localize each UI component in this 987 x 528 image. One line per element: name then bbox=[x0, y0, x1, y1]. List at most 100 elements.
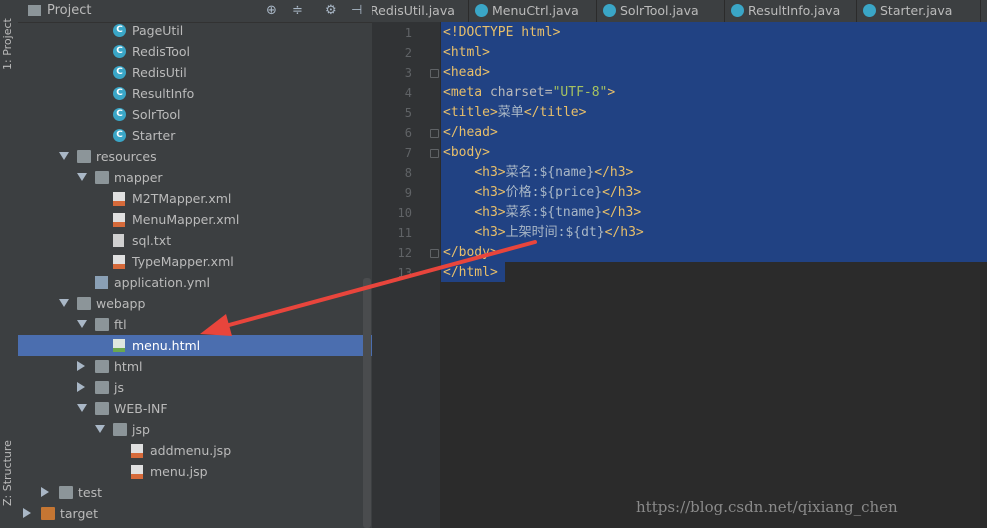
fold-marker-icon[interactable] bbox=[430, 129, 439, 138]
java-class-icon: C bbox=[113, 87, 126, 100]
fold-marker-icon[interactable] bbox=[430, 69, 439, 78]
java-class-icon: C bbox=[113, 129, 126, 142]
tree-item-label: addmenu.jsp bbox=[150, 443, 232, 458]
chevron-right-icon[interactable] bbox=[23, 508, 31, 518]
excluded-folder-icon bbox=[41, 507, 55, 520]
code-token: 价格:${price} bbox=[505, 185, 603, 200]
code-token: </title> bbox=[523, 105, 587, 120]
editor-tabs: RedisUtil.java MenuCtrl.java SolrTool.java… bbox=[372, 0, 987, 23]
line-number: 8 bbox=[404, 166, 412, 180]
code-line: <h3>上架时间:${dt}</h3> bbox=[443, 223, 643, 243]
tree-scrollbar[interactable] bbox=[363, 278, 371, 528]
tree-row[interactable]: sql.txt bbox=[18, 230, 372, 251]
chevron-down-icon[interactable] bbox=[95, 425, 105, 433]
line-number: 9 bbox=[404, 186, 412, 200]
tree-row[interactable]: target bbox=[18, 503, 372, 524]
xml-file-icon bbox=[113, 255, 125, 269]
hide-icon[interactable]: ⊣ bbox=[351, 3, 362, 18]
target-icon[interactable]: ⊕ bbox=[266, 3, 277, 18]
tree-row[interactable]: addmenu.jsp bbox=[18, 440, 372, 461]
chevron-down-icon[interactable] bbox=[77, 320, 87, 328]
editor-tab[interactable]: MenuCtrl.java bbox=[468, 0, 597, 22]
tree-row[interactable]: mapper bbox=[18, 167, 372, 188]
editor-gutter: 1 2 3 4 5 6 7 8 9 10 11 12 13 bbox=[372, 22, 440, 528]
tree-row[interactable]: webapp bbox=[18, 293, 372, 314]
chevron-right-icon[interactable] bbox=[41, 487, 49, 497]
editor-tab[interactable]: ResultInfo.java bbox=[724, 0, 857, 22]
tree-row[interactable]: jsp bbox=[18, 419, 372, 440]
editor-tab-label: SolrTool.java bbox=[620, 3, 699, 18]
code-token: <h3> bbox=[474, 225, 506, 240]
java-class-icon: C bbox=[113, 66, 126, 79]
line-number: 6 bbox=[404, 126, 412, 140]
java-class-icon: C bbox=[113, 24, 126, 37]
code-line: </body> bbox=[443, 243, 498, 263]
code-token: <h3> bbox=[474, 185, 506, 200]
project-folder-icon bbox=[28, 5, 41, 16]
code-token: </h3> bbox=[602, 185, 642, 200]
tree-row[interactable]: resources bbox=[18, 146, 372, 167]
editor-tab-label: ResultInfo.java bbox=[748, 3, 841, 18]
tree-row[interactable]: menu.html bbox=[18, 335, 372, 356]
chevron-down-icon[interactable] bbox=[77, 404, 87, 412]
tree-row[interactable]: menu.jsp bbox=[18, 461, 372, 482]
tree-row[interactable]: C Starter bbox=[18, 125, 372, 146]
gear-icon[interactable]: ⚙ bbox=[325, 3, 337, 18]
tree-row[interactable]: C PageUtil bbox=[18, 20, 372, 41]
code-line: <!DOCTYPE html> bbox=[443, 23, 560, 43]
editor-tab[interactable]: SolrTool.java bbox=[596, 0, 725, 22]
tree-item-label: resources bbox=[96, 149, 157, 164]
editor-tab[interactable]: Starter.java bbox=[856, 0, 981, 22]
code-line: <body> bbox=[443, 143, 490, 163]
collapse-icon[interactable]: ≑ bbox=[292, 3, 303, 18]
tree-item-label: sql.txt bbox=[132, 233, 172, 248]
tree-row[interactable]: C RedisTool bbox=[18, 41, 372, 62]
tree-row[interactable]: C SolrTool bbox=[18, 104, 372, 125]
line-number: 1 bbox=[404, 26, 412, 40]
line-number: 5 bbox=[404, 106, 412, 120]
tree-row[interactable]: ftl bbox=[18, 314, 372, 335]
java-class-icon bbox=[731, 4, 744, 17]
tree-row[interactable]: C ResultInfo bbox=[18, 83, 372, 104]
chevron-down-icon[interactable] bbox=[59, 299, 69, 307]
chevron-right-icon[interactable] bbox=[77, 382, 85, 392]
jsp-file-icon bbox=[131, 465, 143, 479]
tree-row[interactable]: WEB-INF bbox=[18, 398, 372, 419]
code-token: 上架时间:${dt} bbox=[505, 225, 605, 240]
java-class-icon bbox=[475, 4, 488, 17]
tree-row[interactable]: js bbox=[18, 377, 372, 398]
tree-row[interactable]: MenuMapper.xml bbox=[18, 209, 372, 230]
fold-marker-icon[interactable] bbox=[430, 149, 439, 158]
code-token: 菜名:${name} bbox=[505, 165, 595, 180]
folder-icon bbox=[77, 297, 91, 310]
tree-item-label: js bbox=[114, 380, 124, 395]
tree-item-label: RedisTool bbox=[132, 44, 191, 59]
tree-item-label: Starter bbox=[132, 128, 176, 143]
tree-row[interactable]: M2TMapper.xml bbox=[18, 188, 372, 209]
chevron-right-icon[interactable] bbox=[77, 361, 85, 371]
line-number: 7 bbox=[404, 146, 412, 160]
tree-row[interactable]: html bbox=[18, 356, 372, 377]
editor-tab[interactable]: RedisUtil.java bbox=[372, 0, 469, 22]
line-number: 3 bbox=[404, 66, 412, 80]
java-class-icon: C bbox=[113, 45, 126, 58]
folder-icon bbox=[95, 402, 109, 415]
line-number: 4 bbox=[404, 86, 412, 100]
project-tool-tab[interactable]: 1: Project bbox=[1, 4, 17, 70]
code-token: > bbox=[607, 85, 616, 100]
structure-tool-tab[interactable]: Z: Structure bbox=[1, 418, 17, 506]
tree-row[interactable]: application.yml bbox=[18, 272, 372, 293]
folder-icon bbox=[95, 381, 109, 394]
tree-row[interactable]: test bbox=[18, 482, 372, 503]
jsp-file-icon bbox=[131, 444, 143, 458]
chevron-down-icon[interactable] bbox=[59, 152, 69, 160]
chevron-down-icon[interactable] bbox=[77, 173, 87, 181]
tree-row[interactable]: TypeMapper.xml bbox=[18, 251, 372, 272]
tree-item-label: menu.html bbox=[132, 338, 201, 353]
project-panel-title[interactable]: Project bbox=[47, 3, 91, 18]
fold-marker-icon[interactable] bbox=[430, 249, 439, 258]
tree-row[interactable]: C RedisUtil bbox=[18, 62, 372, 83]
